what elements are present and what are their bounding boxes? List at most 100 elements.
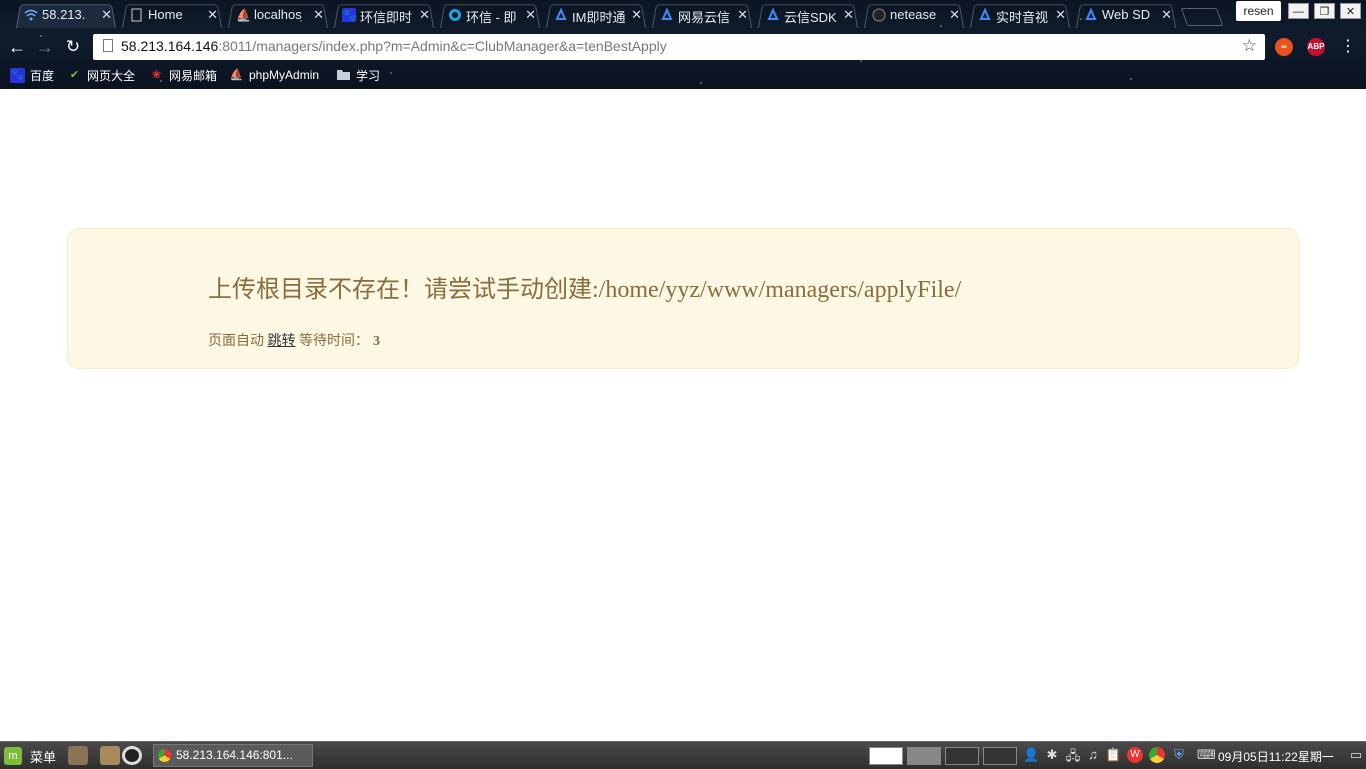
bookmark-hao[interactable]: ✔ 网页大全	[67, 66, 135, 84]
tab-easemob-2[interactable]: 环信 - 即 ✕	[434, 2, 546, 28]
close-icon[interactable]: ✕	[949, 7, 960, 23]
phpmyadmin-icon: ⛵	[229, 68, 244, 81]
bookmark-star-icon[interactable]: ☆	[1242, 36, 1257, 56]
chrome-tray-icon[interactable]	[1149, 747, 1165, 763]
keyboard-icon[interactable]: ⌨	[1197, 747, 1216, 763]
tab-label: 环信 - 即	[466, 10, 517, 25]
bookmark-folder-study[interactable]: 学习	[336, 66, 380, 84]
close-icon[interactable]: ✕	[631, 7, 642, 23]
infinity-extension-icon[interactable]: ∞	[1275, 38, 1293, 56]
close-icon[interactable]: ✕	[737, 7, 748, 23]
tab-localhost[interactable]: ⛵ localhos ✕	[222, 2, 334, 28]
tab-home[interactable]: Home ✕	[116, 2, 228, 28]
redirect-prefix: 页面自动	[208, 334, 264, 349]
show-desktop-icon[interactable]: ▭	[1348, 747, 1364, 763]
reload-icon[interactable]: ↻	[62, 36, 84, 58]
tab-label: 网易云信	[678, 10, 731, 25]
tab-label: 云信SDK	[784, 10, 837, 25]
taskbar: m 菜单 58.213.164.146:801... 👤 ✱ 🖧 ♫ 📋 W ⛨…	[0, 741, 1366, 769]
tab-realtime-av[interactable]: 实时音视 ✕	[964, 2, 1076, 28]
bookmark-phpmyadmin[interactable]: ⛵ phpMyAdmin	[229, 66, 319, 84]
back-arrow-icon[interactable]: ←	[6, 36, 28, 58]
tab-label: Web SD	[1102, 7, 1151, 22]
minimize-button[interactable]: —	[1288, 3, 1309, 19]
netease-icon	[766, 7, 780, 22]
tab-im[interactable]: IM即时通 ✕	[540, 2, 652, 28]
url-text[interactable]: 58.213.164.146:8011/managers/index.php?m…	[121, 38, 667, 54]
tab-label: IM即时通	[572, 10, 626, 25]
workspace-2[interactable]	[907, 747, 941, 765]
forward-arrow-icon[interactable]: →	[34, 36, 56, 58]
close-icon[interactable]: ✕	[1055, 7, 1066, 23]
weibo-icon[interactable]: W	[1127, 747, 1143, 763]
page-icon	[130, 8, 144, 22]
github-icon	[872, 8, 886, 22]
bookmarks-bar: 🐾 百度 ✔ 网页大全 ❀ 网易邮箱 ⛵ phpMyAdmin 学习	[0, 63, 1366, 87]
screen-recorder-icon[interactable]	[122, 746, 142, 765]
tab-label: 58.213.	[42, 7, 86, 22]
redirect-notice: 页面自动 跳转 等待时间： 3	[208, 330, 380, 350]
close-icon[interactable]: ✕	[843, 7, 854, 23]
shield-icon[interactable]: ⛨	[1171, 747, 1187, 763]
profile-button[interactable]: resen	[1236, 1, 1281, 21]
taskbar-window-chrome[interactable]: 58.213.164.146:801...	[153, 744, 313, 767]
close-icon[interactable]: ✕	[1161, 7, 1172, 23]
netease-icon	[554, 7, 568, 22]
close-icon[interactable]: ✕	[207, 7, 218, 23]
tab-easemob-1[interactable]: 🐾 环信即时 ✕	[328, 2, 440, 28]
network-icon[interactable]: 🖧	[1065, 747, 1081, 769]
browser-menu-icon[interactable]: ⋮	[1340, 36, 1356, 56]
clipboard-icon[interactable]: 📋	[1105, 747, 1121, 763]
bookmark-netease-mail[interactable]: ❀ 网易邮箱	[149, 66, 217, 84]
netease-mail-icon: ❀	[151, 68, 162, 81]
bookmark-label: 学习	[356, 68, 381, 83]
tab-label: Home	[148, 7, 183, 22]
user-icon[interactable]: 👤	[1023, 747, 1039, 763]
tab-github[interactable]: netease ✕	[858, 2, 970, 28]
close-window-button[interactable]: ✕	[1340, 3, 1361, 19]
tab-yunxin-sdk[interactable]: 云信SDK ✕	[752, 2, 864, 28]
tab-label: netease	[890, 7, 937, 22]
tab-label: localhos	[254, 7, 302, 22]
tab-netease-yunxin[interactable]: 网易云信 ✕	[646, 2, 758, 28]
clock[interactable]: 09月05日11:22星期一	[1218, 748, 1334, 765]
linux-mint-icon: m	[4, 747, 22, 765]
address-bar[interactable]: 58.213.164.146:8011/managers/index.php?m…	[93, 34, 1265, 60]
window-title: 58.213.164.146:801...	[176, 748, 293, 762]
file-manager-icon[interactable]	[68, 746, 88, 765]
hao-icon: ✔	[69, 68, 80, 81]
netease-icon	[1084, 7, 1098, 22]
bookmark-label: 网页大全	[87, 68, 136, 83]
page-info-icon[interactable]	[103, 39, 113, 52]
netease-icon	[978, 7, 992, 22]
menu-label: 菜单	[30, 749, 57, 765]
workspace-3[interactable]	[945, 747, 979, 765]
folder-icon	[336, 68, 351, 83]
close-icon[interactable]: ✕	[525, 7, 536, 23]
redirect-link[interactable]: 跳转	[268, 334, 296, 349]
folder-icon[interactable]	[100, 746, 120, 765]
start-menu-button[interactable]: m 菜单	[4, 746, 56, 766]
baidu-icon: 🐾	[10, 67, 25, 83]
restore-button[interactable]: ❐	[1314, 3, 1335, 19]
close-icon[interactable]: ✕	[419, 7, 430, 23]
workspace-1[interactable]	[869, 747, 903, 765]
bookmark-label: 网易邮箱	[169, 68, 218, 83]
easemob-icon	[448, 8, 462, 22]
close-icon[interactable]: ✕	[313, 7, 324, 23]
bluetooth-icon[interactable]: ✱	[1044, 747, 1060, 763]
workspace-4[interactable]	[983, 747, 1017, 765]
netease-icon	[660, 7, 674, 22]
close-icon[interactable]: ✕	[101, 7, 112, 23]
music-icon[interactable]: ♫	[1085, 747, 1101, 762]
bookmark-label: 百度	[30, 68, 55, 83]
tab-active[interactable]: 58.213. ✕	[10, 2, 122, 28]
tab-label: 环信即时	[360, 10, 413, 25]
warning-alert: 上传根目录不存在！请尝试手动创建:/home/yyz/www/managers/…	[67, 228, 1299, 369]
wait-countdown: 3	[373, 334, 380, 349]
new-tab-button[interactable]	[1180, 8, 1224, 26]
tab-web-sdk[interactable]: Web SD ✕	[1070, 2, 1182, 28]
wait-label: 等待时间：	[299, 334, 369, 349]
bookmark-baidu[interactable]: 🐾 百度	[10, 66, 54, 84]
adblock-plus-icon[interactable]: ABP	[1307, 38, 1325, 56]
